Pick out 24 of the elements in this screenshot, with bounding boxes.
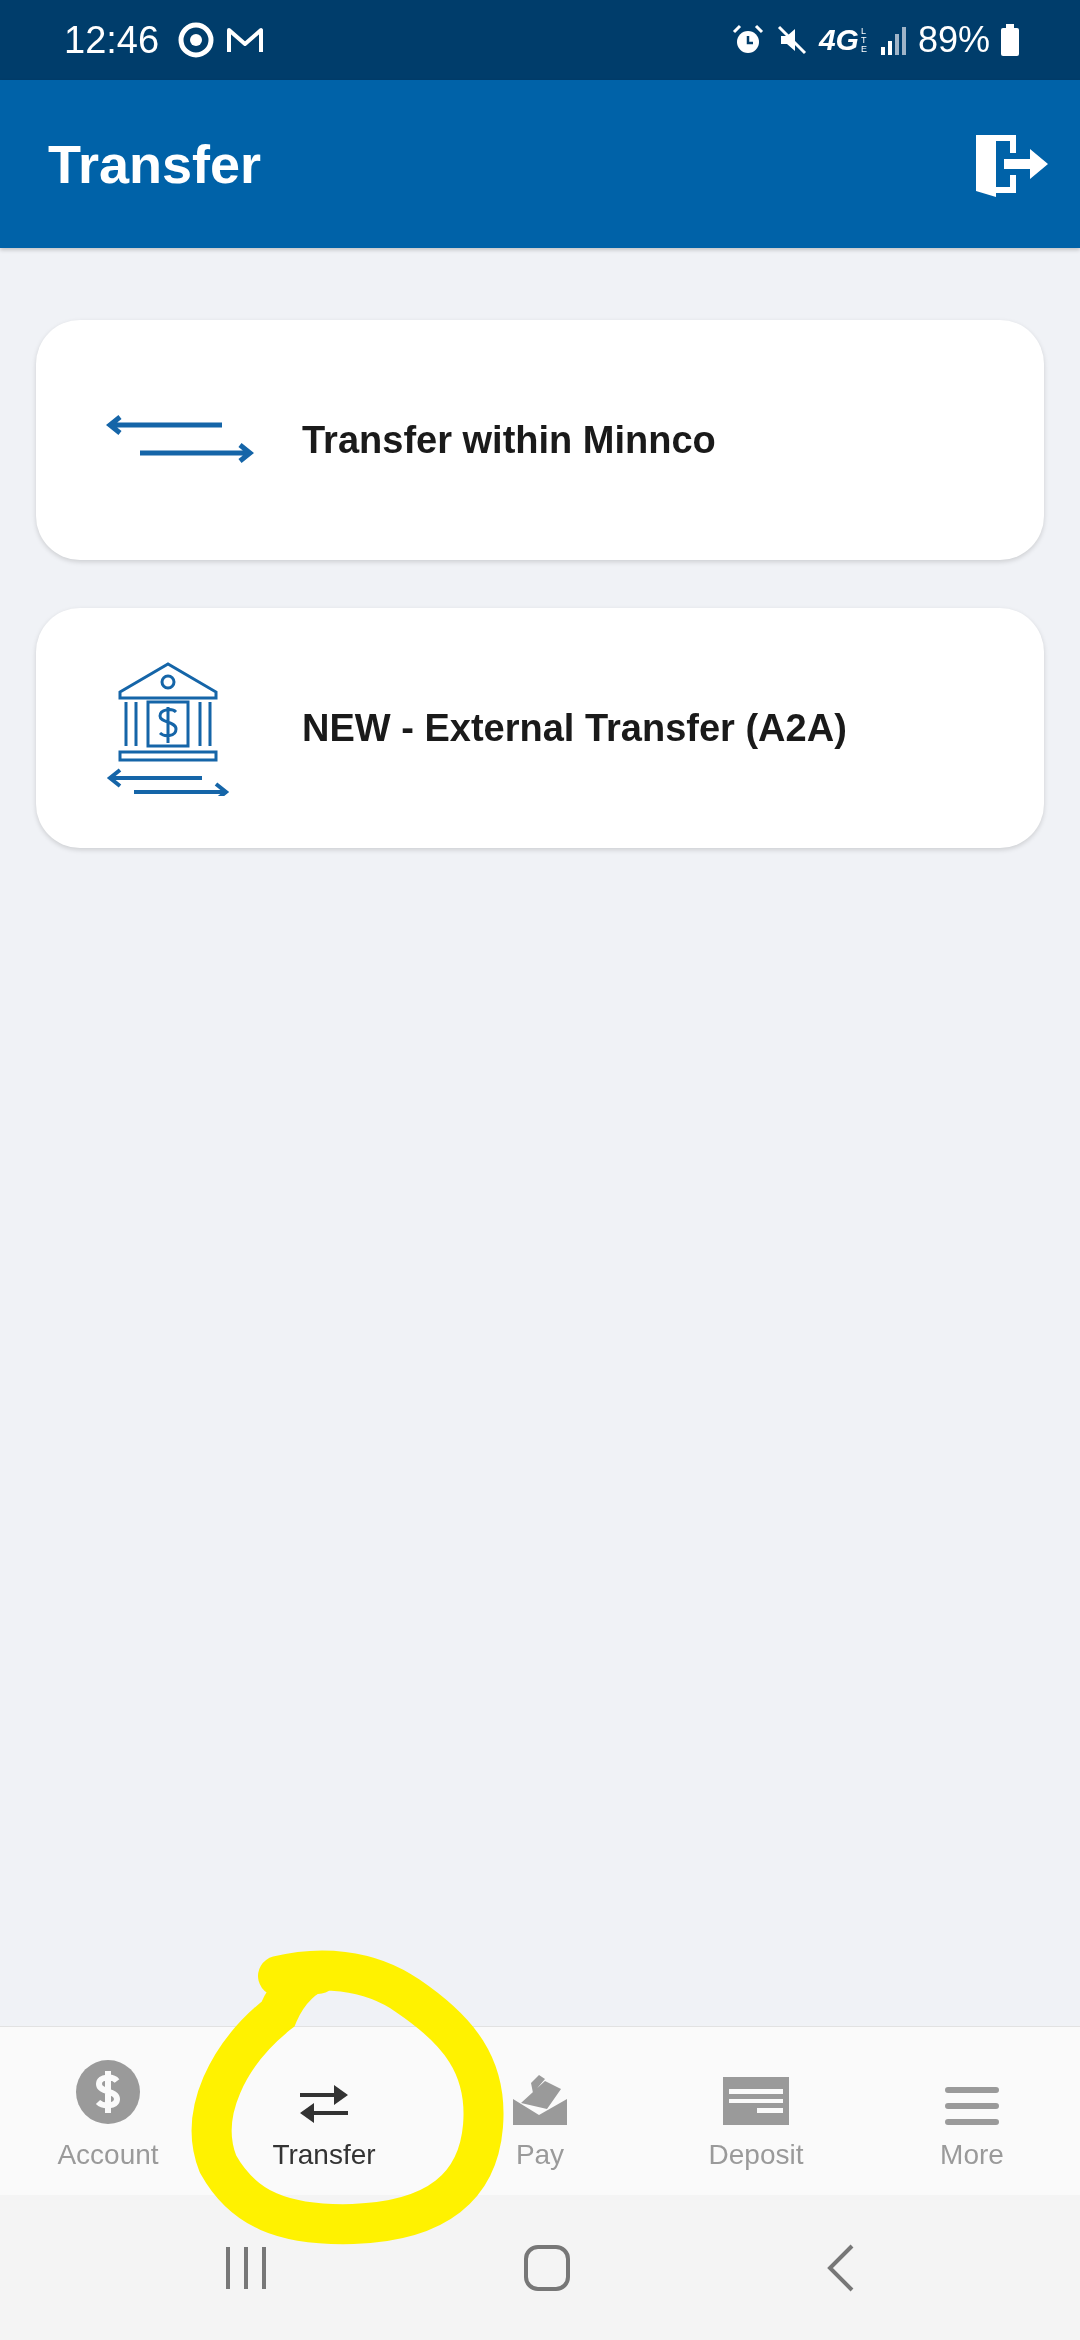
clock-time: 12:46 bbox=[64, 18, 160, 62]
menu-icon bbox=[945, 2087, 999, 2125]
nav-tab[interactable]: Pay bbox=[432, 2027, 648, 2195]
nav-tab[interactable]: Deposit bbox=[648, 2027, 864, 2195]
nav-tab[interactable]: More bbox=[864, 2027, 1080, 2195]
recent-apps-icon[interactable] bbox=[224, 2244, 268, 2291]
arrows-icon bbox=[106, 415, 254, 465]
back-icon[interactable] bbox=[826, 2243, 856, 2292]
network-subtype: LTE bbox=[860, 26, 868, 54]
dollar-icon bbox=[75, 2059, 141, 2125]
battery-level: 89% bbox=[917, 19, 990, 61]
nav-tab[interactable]: Account bbox=[0, 2027, 216, 2195]
battery-icon bbox=[1000, 24, 1020, 56]
envelope-icon bbox=[511, 2075, 569, 2125]
signal-icon bbox=[879, 25, 908, 55]
target-icon bbox=[177, 21, 216, 59]
transfer-option-card[interactable]: NEW - External Transfer (A2A) bbox=[36, 608, 1044, 848]
nav-tab[interactable]: Transfer bbox=[216, 2027, 432, 2195]
page-title: Transfer bbox=[48, 133, 262, 195]
check-icon bbox=[723, 2077, 789, 2125]
network-type: 4G bbox=[818, 23, 859, 57]
bank-icon bbox=[106, 660, 230, 796]
home-icon[interactable] bbox=[523, 2243, 571, 2292]
transfer-option-card[interactable]: Transfer within Minnco bbox=[36, 320, 1044, 560]
